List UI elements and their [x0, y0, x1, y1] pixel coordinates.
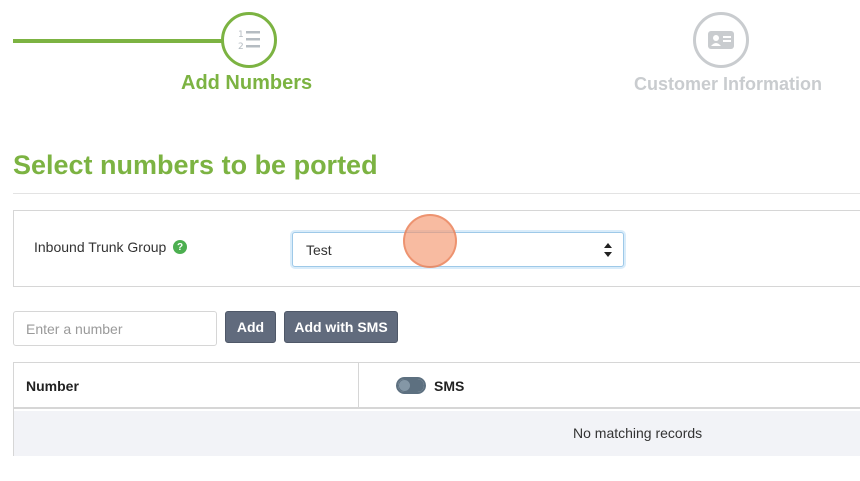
trunk-group-label: Inbound Trunk Group — [34, 239, 167, 255]
number-input[interactable] — [13, 311, 217, 346]
stepper-progress-line — [13, 39, 223, 43]
help-icon[interactable]: ? — [173, 240, 187, 254]
step-label-add-numbers: Add Numbers — [181, 72, 313, 94]
column-header-number[interactable]: Number — [26, 378, 79, 394]
click-indicator — [403, 214, 457, 268]
contact-card-icon — [708, 31, 734, 49]
numbered-list-icon: 1 2 — [238, 30, 260, 52]
table-header: Number SMS — [14, 363, 860, 409]
column-divider — [358, 363, 359, 409]
trunk-group-select[interactable]: Test — [292, 232, 624, 267]
add-button[interactable]: Add — [225, 311, 276, 343]
step-customer-information[interactable] — [693, 12, 749, 68]
numbers-table: Number SMS No matching records — [13, 362, 860, 456]
table-empty-row: No matching records — [14, 411, 860, 456]
sms-toggle[interactable] — [396, 377, 426, 394]
title-divider — [13, 193, 860, 194]
select-arrows-icon — [604, 243, 612, 257]
step-add-numbers[interactable]: 1 2 — [221, 12, 277, 68]
svg-text:2: 2 — [238, 42, 244, 52]
empty-message: No matching records — [573, 425, 703, 441]
add-with-sms-button[interactable]: Add with SMS — [284, 311, 398, 343]
step-label-customer-information: Customer Information — [634, 74, 823, 94]
sms-toggle-knob — [399, 380, 410, 391]
column-header-sms[interactable]: SMS — [434, 378, 464, 394]
trunk-group-selected-value: Test — [306, 242, 332, 258]
svg-text:1: 1 — [238, 30, 244, 40]
page-title: Select numbers to be ported — [13, 150, 378, 180]
